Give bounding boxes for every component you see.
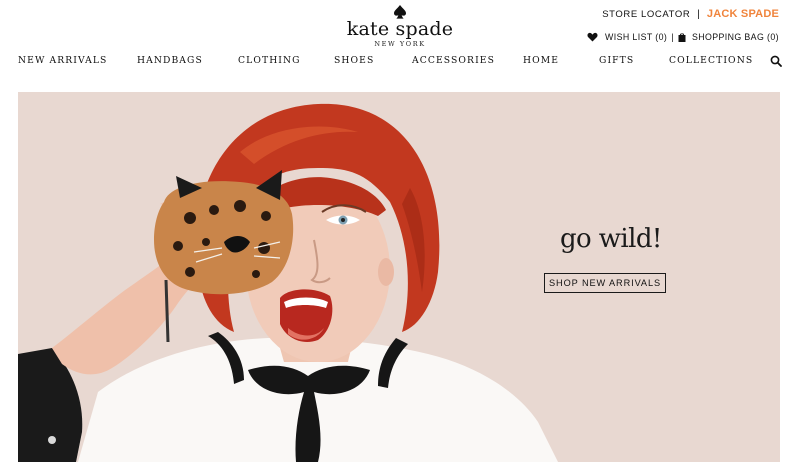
nav-gifts[interactable]: GIFTS [599, 55, 634, 66]
jack-spade-link[interactable]: JACK SPADE [707, 8, 779, 20]
nav-home[interactable]: HOME [523, 55, 559, 66]
brand-logo[interactable]: kate spade NEW YORK [340, 4, 460, 48]
main-navigation: NEW ARRIVALS HANDBAGS CLOTHING SHOES ACC… [0, 55, 800, 71]
heart-icon [587, 32, 598, 42]
shopping-bag-icon [678, 32, 686, 42]
nav-handbags[interactable]: HANDBAGS [137, 55, 203, 66]
nav-new-arrivals[interactable]: NEW ARRIVALS [18, 55, 107, 66]
account-bar: WISH LIST (0) | SHOPPING BAG (0) [587, 30, 779, 44]
search-icon[interactable] [770, 55, 782, 67]
brand-subtitle: NEW YORK [374, 40, 426, 48]
utility-bar: STORE LOCATOR | JACK SPADE [602, 7, 779, 21]
account-divider: | [671, 32, 674, 42]
nav-shoes[interactable]: SHOES [334, 55, 374, 66]
hero-headline: go wild! [560, 224, 662, 254]
store-locator-link[interactable]: STORE LOCATOR [602, 9, 690, 20]
shop-new-arrivals-button[interactable]: SHOP NEW ARRIVALS [544, 273, 666, 293]
shopping-bag-link[interactable]: SHOPPING BAG (0) [692, 32, 779, 42]
hero-banner[interactable]: go wild! SHOP NEW ARRIVALS [18, 92, 780, 462]
nav-clothing[interactable]: CLOTHING [238, 55, 301, 66]
utility-separator: | [697, 8, 700, 20]
wish-list-link[interactable]: WISH LIST (0) [605, 32, 667, 42]
nav-accessories[interactable]: ACCESSORIES [412, 55, 495, 66]
brand-name: kate spade [346, 18, 454, 40]
nav-collections[interactable]: COLLECTIONS [669, 55, 753, 66]
